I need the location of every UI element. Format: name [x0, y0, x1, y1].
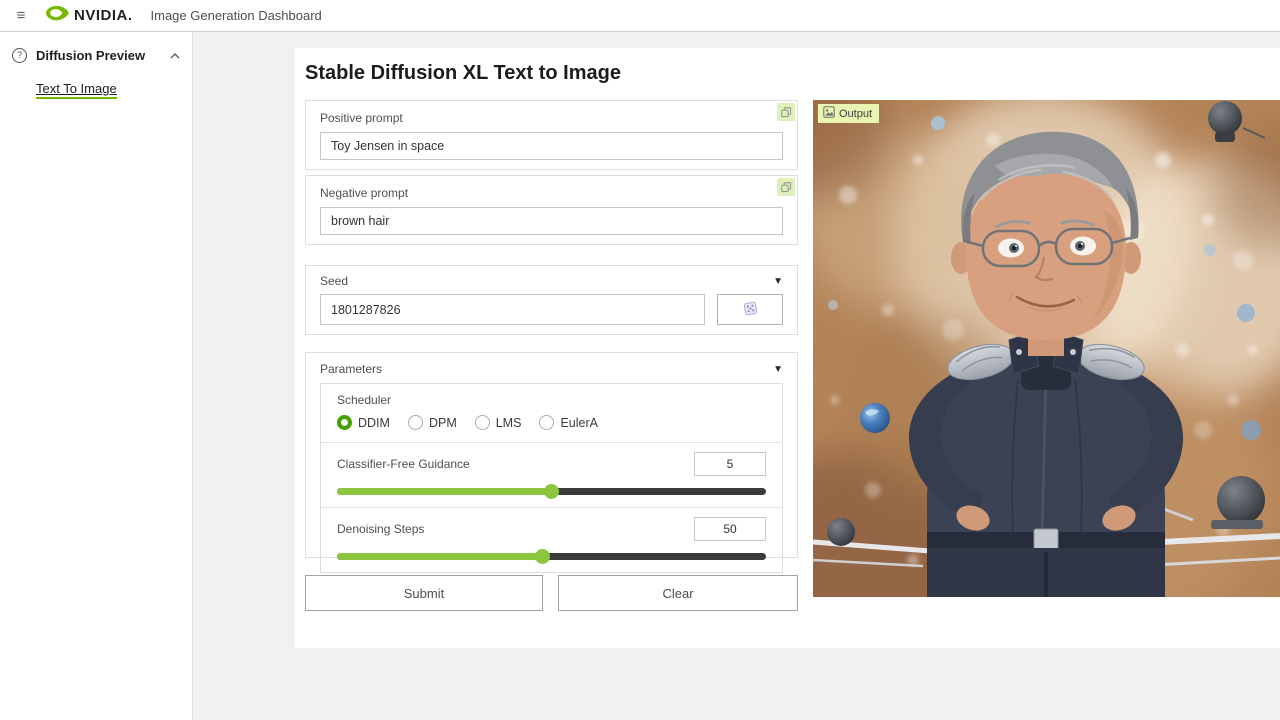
seed-label: Seed	[320, 274, 348, 288]
cfg-slider-handle[interactable]	[544, 484, 559, 499]
help-icon: ?	[12, 48, 27, 63]
cfg-slider[interactable]	[337, 488, 766, 495]
positive-prompt-input[interactable]	[320, 132, 783, 160]
collapse-icon[interactable]: ▼	[773, 364, 783, 375]
sidebar-item-text-to-image[interactable]: Text To Image	[36, 81, 117, 99]
copy-icon[interactable]	[777, 178, 795, 196]
negative-prompt-input[interactable]	[320, 207, 783, 235]
nvidia-logo: NVIDIA.	[46, 5, 133, 26]
dice-icon	[742, 300, 759, 320]
cfg-value-input[interactable]	[694, 452, 766, 476]
output-image: Output	[813, 100, 1280, 597]
random-seed-button[interactable]	[717, 294, 783, 325]
hamburger-menu-icon[interactable]: ≡	[10, 7, 32, 24]
content-panel: Stable Diffusion XL Text to Image Positi…	[295, 48, 1280, 648]
positive-prompt-card: Positive prompt	[305, 100, 798, 170]
scheduler-section: Scheduler DDIM DPM	[321, 384, 782, 443]
radio-dot	[408, 415, 423, 430]
cfg-label: Classifier-Free Guidance	[337, 457, 470, 471]
negative-prompt-card: Negative prompt	[305, 175, 798, 245]
nvidia-wordmark: NVIDIA.	[74, 7, 133, 24]
steps-slider-handle[interactable]	[535, 549, 550, 564]
cfg-section: Classifier-Free Guidance	[321, 443, 782, 508]
positive-prompt-label: Positive prompt	[320, 111, 783, 125]
sidebar: ? Diffusion Preview Text To Image	[0, 32, 193, 720]
main-area: Stable Diffusion XL Text to Image Positi…	[193, 32, 1280, 720]
radio-dot	[539, 415, 554, 430]
seed-input[interactable]	[320, 294, 705, 325]
cfg-slider-fill	[337, 488, 552, 495]
sidebar-group-label: Diffusion Preview	[36, 48, 161, 63]
generation-form: Positive prompt Negative prompt	[305, 100, 798, 611]
radio-dot	[475, 415, 490, 430]
negative-prompt-label: Negative prompt	[320, 186, 783, 200]
page-title: Stable Diffusion XL Text to Image	[305, 62, 621, 85]
radio-eulera[interactable]: EulerA	[539, 415, 598, 430]
steps-slider[interactable]	[337, 553, 766, 560]
app-title: Image Generation Dashboard	[151, 8, 322, 23]
steps-label: Denoising Steps	[337, 522, 424, 536]
steps-value-input[interactable]	[694, 517, 766, 541]
parameters-label: Parameters	[320, 362, 382, 376]
radio-ddim[interactable]: DDIM	[337, 415, 390, 430]
submit-button[interactable]: Submit	[305, 575, 543, 611]
chevron-up-icon[interactable]	[170, 46, 180, 64]
steps-section: Denoising Steps	[321, 508, 782, 572]
radio-dpm[interactable]: DPM	[408, 415, 457, 430]
image-icon	[823, 106, 835, 121]
nvidia-eye-icon	[46, 5, 69, 26]
clear-button[interactable]: Clear	[558, 575, 798, 611]
radio-dot	[337, 415, 352, 430]
output-badge: Output	[818, 104, 879, 123]
output-badge-label: Output	[839, 108, 872, 120]
app-header: ≡ NVIDIA. Image Generation Dashboard	[0, 0, 1280, 32]
radio-lms[interactable]: LMS	[475, 415, 522, 430]
sidebar-group-diffusion-preview[interactable]: ? Diffusion Preview	[0, 46, 192, 64]
scheduler-label: Scheduler	[337, 393, 766, 407]
parameters-card: Parameters ▼ Scheduler DDIM	[305, 352, 798, 558]
seed-card: Seed ▼	[305, 265, 798, 335]
steps-slider-fill	[337, 553, 543, 560]
collapse-icon[interactable]: ▼	[773, 276, 783, 287]
copy-icon[interactable]	[777, 103, 795, 121]
